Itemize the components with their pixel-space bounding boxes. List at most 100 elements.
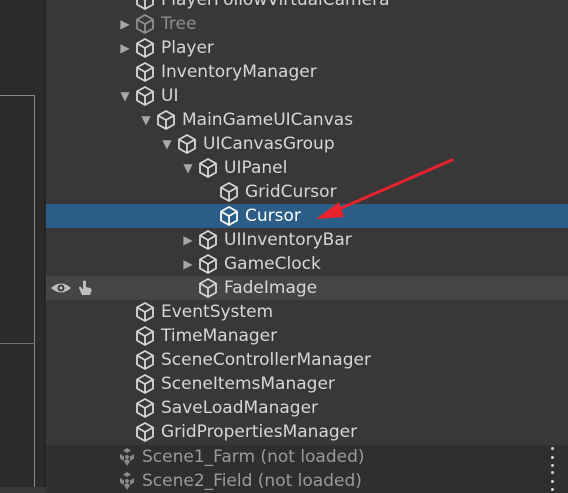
scene-view-edge — [0, 0, 46, 487]
hierarchy-item-content: ▶Cursor — [130, 204, 301, 228]
expand-arrow-icon[interactable]: ▼ — [179, 156, 197, 180]
hierarchy-item[interactable]: ▶SaveLoadManager — [46, 396, 568, 420]
kebab-menu-icon[interactable] — [550, 471, 554, 491]
divider — [34, 95, 35, 487]
scene-label: Scene2_Field (not loaded) — [142, 471, 362, 491]
cube-icon — [178, 134, 196, 154]
expand-arrow-icon[interactable]: ▼ — [158, 132, 176, 156]
hierarchy-item-label: UIPanel — [224, 158, 288, 178]
hierarchy-item-label: InventoryManager — [161, 62, 317, 82]
hierarchy-item-label: Cursor — [245, 206, 301, 226]
hierarchy-item[interactable]: ▶ Player — [46, 36, 568, 60]
scene-header-content: Scene1_Farm (not loaded) — [116, 445, 365, 469]
hierarchy-item-content: ▶EventSystem — [46, 300, 273, 324]
hierarchy-item[interactable]: ▶ UIInventoryBar — [46, 228, 568, 252]
hierarchy-item-content: ▼ UI — [46, 84, 178, 108]
hierarchy-item[interactable]: ▼ UI — [46, 84, 568, 108]
panel-border — [44, 0, 45, 487]
hand-icon[interactable] — [76, 279, 94, 297]
hierarchy-item[interactable]: ▼ MainGameUICanvas — [46, 108, 568, 132]
scene-header[interactable]: Scene1_Farm (not loaded) — [46, 445, 568, 469]
hierarchy-item-content: ▼ UIPanel — [109, 156, 287, 180]
collapse-arrow-icon[interactable]: ▶ — [179, 228, 197, 252]
hierarchy-item-content: ▶FadeImage — [109, 276, 317, 300]
hierarchy-item[interactable]: ▶FadeImage — [46, 276, 568, 300]
hierarchy-item[interactable]: ▶ GameClock — [46, 252, 568, 276]
hierarchy-item-content: ▶SceneItemsManager — [46, 372, 335, 396]
kebab-dot — [550, 488, 554, 491]
hierarchy-item[interactable]: ▶Cursor — [46, 204, 568, 228]
hierarchy-item-content: ▶ UIInventoryBar — [109, 228, 352, 252]
hierarchy-item-label: SaveLoadManager — [161, 398, 319, 418]
hierarchy-item-label: GameClock — [224, 254, 321, 274]
scene-header[interactable]: Scene2_Field (not loaded) — [46, 469, 568, 493]
kebab-dot — [550, 471, 554, 474]
expand-arrow-icon[interactable]: ▼ — [137, 108, 155, 132]
cube-icon — [136, 302, 154, 322]
hierarchy-item[interactable]: ▶SceneControllerManager — [46, 348, 568, 372]
hierarchy-item-content: ▶GridCursor — [130, 180, 337, 204]
hierarchy-item[interactable]: ▶TimeManager — [46, 324, 568, 348]
cube-icon — [136, 422, 154, 442]
hierarchy-item-label: TimeManager — [161, 326, 278, 346]
cube-icon — [136, 14, 154, 34]
hierarchy-item-label: UI — [161, 86, 179, 106]
hierarchy-item-content: ▶ Tree — [46, 12, 196, 36]
cube-icon — [199, 278, 217, 298]
kebab-dot — [550, 479, 554, 483]
cube-icon — [220, 206, 238, 226]
cube-icon — [136, 374, 154, 394]
cube-icon — [136, 398, 154, 418]
divider — [0, 343, 35, 344]
cube-icon — [199, 158, 217, 178]
hierarchy-item-label: FadeImage — [224, 278, 318, 298]
expand-arrow-icon[interactable]: ▼ — [116, 84, 134, 108]
cube-icon — [199, 254, 217, 274]
unity-scene-icon — [120, 448, 134, 466]
hierarchy-item-label: SceneItemsManager — [161, 374, 335, 394]
hierarchy-item[interactable]: ▼ UICanvasGroup — [46, 132, 568, 156]
hierarchy-item[interactable]: ▶InventoryManager — [46, 60, 568, 84]
visibility-controls — [46, 276, 101, 300]
collapse-arrow-icon[interactable]: ▶ — [116, 12, 134, 36]
cube-icon — [136, 62, 154, 82]
hierarchy-item-content: ▼ UICanvasGroup — [88, 132, 335, 156]
scene-label: Scene1_Farm (not loaded) — [142, 447, 365, 467]
hierarchy-item[interactable]: ▶GridCursor — [46, 180, 568, 204]
kebab-menu-icon[interactable] — [550, 447, 554, 467]
hierarchy-item[interactable]: ▶EventSystem — [46, 300, 568, 324]
hierarchy-item-label: GridCursor — [245, 182, 337, 202]
hierarchy-item[interactable]: ▶GridPropertiesManager — [46, 420, 568, 444]
kebab-dot — [550, 455, 554, 459]
hierarchy-item-label: UICanvasGroup — [203, 134, 335, 154]
hierarchy-item[interactable]: ▼ UIPanel — [46, 156, 568, 180]
eye-icon[interactable] — [50, 280, 72, 296]
hierarchy-item-content: ▶PlayerFollowVirtualCamera — [46, 0, 390, 12]
collapse-arrow-icon[interactable]: ▶ — [179, 252, 197, 276]
hierarchy-item[interactable]: ▶ Tree — [46, 12, 568, 36]
collapse-arrow-icon[interactable]: ▶ — [116, 36, 134, 60]
hierarchy-item-label: SceneControllerManager — [161, 350, 371, 370]
hierarchy-item-label: UIInventoryBar — [224, 230, 352, 250]
hierarchy-item-content: ▶SaveLoadManager — [46, 396, 318, 420]
hierarchy-item-label: EventSystem — [161, 302, 274, 322]
cube-icon — [136, 86, 154, 106]
hierarchy-item-label: MainGameUICanvas — [182, 110, 354, 130]
hierarchy-item-label: Player — [161, 38, 214, 58]
hierarchy-item-label: PlayerFollowVirtualCamera — [161, 0, 390, 10]
cube-icon — [136, 326, 154, 346]
kebab-dot — [550, 464, 554, 467]
hierarchy-item-label: Tree — [161, 14, 197, 34]
hierarchy-panel: ▶PlayerFollowVirtualCamera▶Tree▶Player▶I… — [46, 0, 568, 493]
unity-scene-icon — [120, 472, 134, 490]
hierarchy-item-content: ▶SceneControllerManager — [46, 348, 371, 372]
cube-icon — [136, 350, 154, 370]
divider — [0, 95, 35, 96]
hierarchy-item[interactable]: ▶SceneItemsManager — [46, 372, 568, 396]
cube-icon — [136, 38, 154, 58]
kebab-dot — [550, 447, 554, 450]
hierarchy-item[interactable]: ▶PlayerFollowVirtualCamera — [46, 0, 568, 12]
scene-header-content: Scene2_Field (not loaded) — [116, 469, 362, 493]
cube-icon — [157, 110, 175, 130]
hierarchy-item-content: ▶InventoryManager — [46, 60, 317, 84]
